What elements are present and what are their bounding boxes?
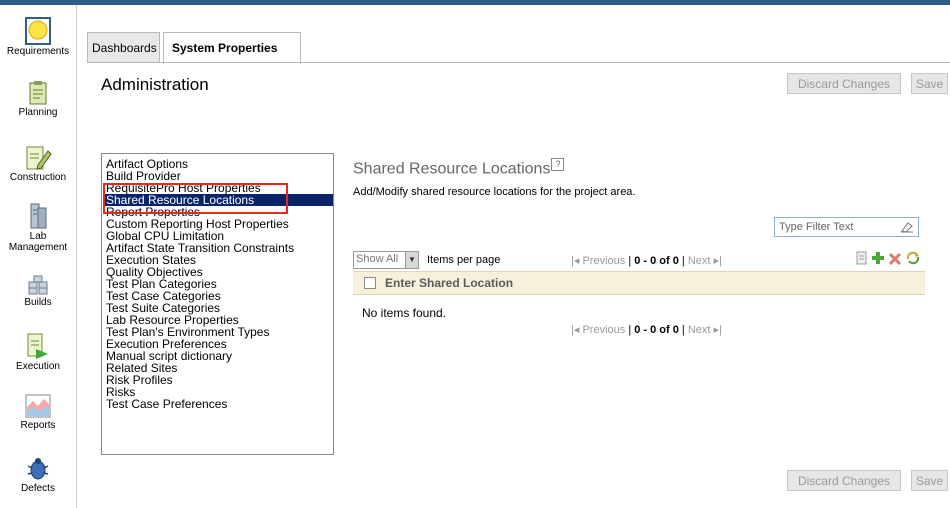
highlight-annotation-box: [103, 183, 288, 214]
next-link[interactable]: Next: [688, 255, 711, 267]
defects-icon: [27, 458, 49, 480]
section-description: Add/Modify shared resource locations for…: [353, 186, 636, 198]
page-title: Administration: [101, 75, 209, 94]
filter-input[interactable]: Type Filter Text: [774, 217, 919, 237]
list-item[interactable]: Risk Profiles: [104, 374, 333, 386]
sidebar: Requirements Planning Construction Lab M…: [0, 5, 77, 508]
lab-management-icon: [30, 203, 47, 229]
sidebar-item-label: Builds: [24, 297, 52, 308]
discard-changes-button-bottom[interactable]: Discard Changes: [787, 470, 901, 491]
items-per-page-value: Show All: [356, 253, 399, 265]
filter-placeholder: Type Filter Text: [779, 221, 854, 233]
last-page-icon[interactable]: ▸|: [714, 255, 722, 267]
help-icon[interactable]: ?: [551, 158, 565, 171]
requirements-icon: [25, 17, 51, 45]
construction-icon: [26, 146, 52, 170]
delete-icon[interactable]: [888, 250, 902, 266]
grid-header: Enter Shared Location: [353, 271, 925, 295]
reports-icon: [25, 394, 51, 418]
sidebar-item-execution[interactable]: Execution: [0, 332, 76, 372]
sidebar-item-defects[interactable]: Defects: [0, 456, 76, 494]
sidebar-item-builds[interactable]: Builds: [0, 274, 76, 308]
builds-icon: [28, 275, 48, 295]
tab-system-properties[interactable]: System Properties: [163, 32, 301, 64]
tab-dashboards[interactable]: Dashboards: [87, 32, 160, 63]
sidebar-item-reports[interactable]: Reports: [0, 393, 76, 431]
add-icon[interactable]: [871, 250, 885, 266]
previous-link[interactable]: Previous: [582, 255, 625, 267]
sidebar-item-planning[interactable]: Planning: [0, 80, 76, 118]
list-item[interactable]: Test Case Preferences: [104, 398, 333, 410]
pager-count: 0 - 0 of 0: [634, 324, 679, 336]
first-page-icon[interactable]: |◂: [571, 324, 579, 336]
sidebar-item-requirements[interactable]: Requirements: [0, 17, 76, 57]
section-title-text: Shared Resource Locations: [353, 160, 551, 178]
sidebar-item-construction[interactable]: Construction: [0, 145, 76, 183]
sidebar-item-label: Planning: [18, 107, 58, 118]
empty-message: No items found.: [362, 306, 447, 320]
sidebar-item-label: Construction: [9, 172, 67, 183]
save-button-bottom[interactable]: Save: [911, 470, 948, 491]
sidebar-item-label: Reports: [20, 420, 56, 431]
edit-icon[interactable]: [855, 250, 869, 266]
clear-filter-icon[interactable]: [900, 221, 914, 233]
save-button[interactable]: Save: [911, 73, 948, 94]
section-title: Shared Resource Locations?: [353, 158, 565, 178]
sidebar-item-label: Requirements: [6, 46, 70, 57]
sidebar-item-label: Execution: [16, 361, 60, 372]
items-per-page-select[interactable]: Show All ▼: [353, 251, 419, 269]
pager-top: |◂ Previous | 0 - 0 of 0 | Next ▸|: [571, 255, 722, 267]
sidebar-item-label: Lab Management: [8, 231, 68, 253]
chevron-down-icon: ▼: [405, 252, 418, 268]
items-per-page-label: Items per page: [427, 254, 501, 266]
planning-icon: [29, 81, 47, 105]
tab-divider: [87, 62, 950, 63]
first-page-icon[interactable]: |◂: [571, 255, 579, 267]
select-all-checkbox[interactable]: [364, 277, 376, 289]
pager-bottom: |◂ Previous | 0 - 0 of 0 | Next ▸|: [571, 324, 722, 336]
sidebar-item-label: Defects: [21, 483, 55, 494]
execution-icon: [27, 333, 48, 359]
column-header-shared-location[interactable]: Enter Shared Location: [385, 276, 513, 290]
previous-link[interactable]: Previous: [582, 324, 625, 336]
pager-count: 0 - 0 of 0: [634, 255, 679, 267]
sidebar-item-lab-management[interactable]: Lab Management: [0, 202, 76, 253]
next-link[interactable]: Next: [688, 324, 711, 336]
main-content: Dashboards System Properties Administrat…: [77, 5, 950, 508]
last-page-icon[interactable]: ▸|: [714, 324, 722, 336]
discard-changes-button[interactable]: Discard Changes: [787, 73, 901, 94]
refresh-icon[interactable]: [905, 250, 921, 266]
